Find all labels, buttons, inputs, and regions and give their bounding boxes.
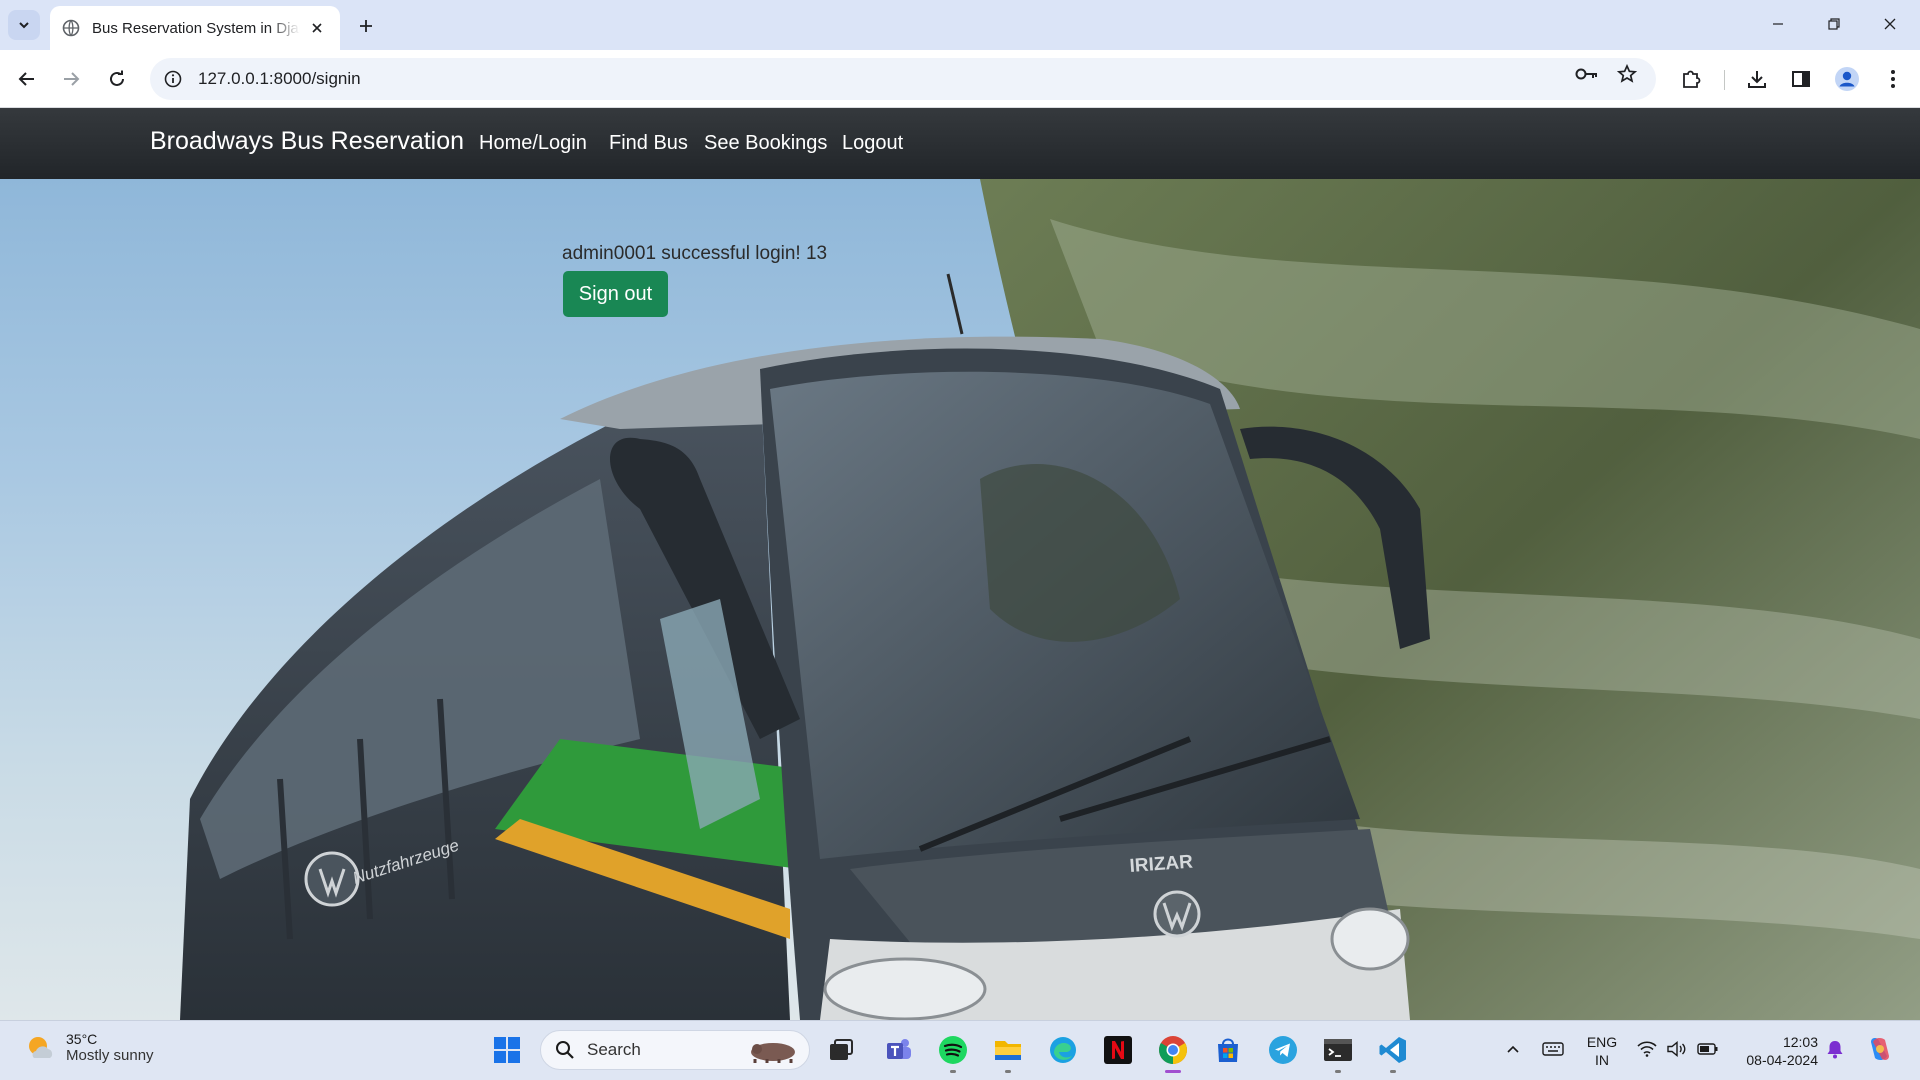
- restore-icon: [1828, 18, 1840, 30]
- start-button[interactable]: [488, 1031, 526, 1069]
- nav-link-home-login[interactable]: Home/Login: [479, 132, 587, 155]
- chevron-down-icon: [19, 22, 29, 29]
- search-highlight-icon: [751, 1043, 795, 1063]
- bus-photo: IRIZAR Nutzfahrzeuge: [180, 179, 1920, 1020]
- tab-search-button[interactable]: [8, 10, 40, 40]
- close-tab-icon[interactable]: [306, 17, 328, 39]
- side-panel-icon[interactable]: [1784, 62, 1818, 96]
- taskbar-search[interactable]: Search: [540, 1030, 810, 1070]
- new-tab-button[interactable]: [352, 12, 380, 40]
- navbar-brand[interactable]: Broadways Bus Reservation: [150, 127, 464, 156]
- browser-toolbar: 127.0.0.1:8000/signin: [0, 50, 1920, 108]
- login-status-message: admin0001 successful login! 13: [562, 243, 828, 264]
- language-indicator[interactable]: ENG IN: [1580, 1033, 1624, 1069]
- forward-arrow-icon: [64, 72, 80, 86]
- keyboard-icon[interactable]: [1538, 1031, 1568, 1067]
- weather-temperature: 35°C: [66, 1031, 98, 1047]
- running-indicator: [1335, 1070, 1341, 1073]
- forward-button[interactable]: [54, 62, 88, 96]
- bus-brand-text: IRIZAR: [1129, 852, 1194, 877]
- password-key-icon[interactable]: [1572, 59, 1602, 89]
- running-indicator: [1390, 1070, 1396, 1073]
- spotify-icon[interactable]: [934, 1031, 972, 1073]
- site-navbar: Broadways Bus Reservation Home/Login Fin…: [0, 108, 1920, 179]
- notification-bell-icon[interactable]: [1822, 1031, 1848, 1067]
- task-view-icon[interactable]: [822, 1031, 860, 1069]
- site-info-icon[interactable]: [162, 68, 184, 90]
- active-indicator: [1165, 1070, 1181, 1073]
- file-explorer-icon[interactable]: [989, 1031, 1027, 1073]
- chrome-icon[interactable]: [1154, 1031, 1192, 1073]
- close-icon: [1884, 18, 1896, 30]
- volume-icon[interactable]: [1664, 1031, 1690, 1067]
- minimize-icon: [1773, 23, 1783, 25]
- terminal-icon[interactable]: [1319, 1031, 1357, 1073]
- microsoft-store-icon[interactable]: [1209, 1031, 1247, 1069]
- browser-menu-icon[interactable]: [1876, 62, 1910, 96]
- windows-logo-icon: [494, 1037, 520, 1063]
- sign-out-button[interactable]: Sign out: [563, 271, 668, 317]
- clock-date: 08-04-2024: [1746, 1052, 1818, 1068]
- system-clock[interactable]: 12:03 08-04-2024: [1730, 1033, 1818, 1069]
- running-indicator: [1005, 1070, 1011, 1073]
- battery-icon[interactable]: [1694, 1031, 1722, 1067]
- nav-link-find-bus[interactable]: Find Bus: [609, 132, 688, 155]
- toolbar-divider: [1724, 70, 1725, 90]
- reload-icon: [110, 70, 124, 86]
- search-label: Search: [587, 1040, 641, 1059]
- show-hidden-icons-chevron-up-icon[interactable]: [1500, 1031, 1526, 1067]
- weather-description: Mostly sunny: [66, 1047, 154, 1064]
- clock-time: 12:03: [1782, 1034, 1818, 1050]
- running-indicator: [950, 1070, 956, 1073]
- page-viewport: Broadways Bus Reservation Home/Login Fin…: [0, 108, 1920, 1020]
- nav-link-see-bookings[interactable]: See Bookings: [704, 132, 827, 155]
- back-button[interactable]: [10, 62, 44, 96]
- wifi-icon[interactable]: [1634, 1031, 1660, 1067]
- nav-link-logout[interactable]: Logout: [842, 132, 903, 155]
- weather-widget[interactable]: 35°C Mostly sunny: [24, 1031, 154, 1064]
- sun-cloud-icon: [29, 1036, 53, 1058]
- tab-title: Bus Reservation System in Django: [92, 19, 300, 37]
- copilot-icon[interactable]: [1862, 1031, 1898, 1067]
- downloads-icon[interactable]: [1740, 62, 1774, 96]
- browser-tab-active[interactable]: Bus Reservation System in Django: [50, 6, 340, 50]
- search-icon: [556, 1041, 574, 1059]
- address-bar[interactable]: 127.0.0.1:8000/signin: [150, 58, 1656, 100]
- region-code: IN: [1595, 1052, 1609, 1068]
- telegram-icon[interactable]: [1264, 1031, 1302, 1069]
- reload-button[interactable]: [100, 62, 134, 96]
- plus-icon: [360, 20, 372, 32]
- minimize-button[interactable]: [1758, 8, 1798, 40]
- restore-button[interactable]: [1814, 8, 1854, 40]
- extensions-icon[interactable]: [1674, 62, 1708, 96]
- close-window-button[interactable]: [1870, 8, 1910, 40]
- tab-strip: Bus Reservation System in Django: [0, 0, 1920, 50]
- teams-icon[interactable]: [880, 1031, 918, 1069]
- vscode-icon[interactable]: [1374, 1031, 1412, 1073]
- hero-background: IRIZAR Nutzfahrzeuge admin0001 successfu…: [0, 179, 1920, 1020]
- bookmark-star-icon[interactable]: [1612, 59, 1642, 89]
- language-code: ENG: [1586, 1034, 1618, 1050]
- back-arrow-icon: [18, 72, 34, 86]
- netflix-icon[interactable]: [1099, 1031, 1137, 1069]
- globe-icon: [62, 19, 80, 37]
- os-taskbar: 35°C Mostly sunny Search ENG IN 12:03 08…: [0, 1020, 1920, 1080]
- profile-avatar-icon[interactable]: [1830, 62, 1864, 96]
- url-text: 127.0.0.1:8000/signin: [198, 69, 361, 88]
- edge-icon[interactable]: [1044, 1031, 1082, 1069]
